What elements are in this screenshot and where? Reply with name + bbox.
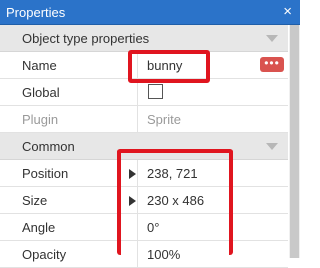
properties-titlebar: Properties × bbox=[0, 0, 300, 25]
column-divider bbox=[137, 214, 138, 240]
property-value-opacity[interactable]: 100% bbox=[147, 247, 180, 262]
property-row-name: Name bunny ••• bbox=[0, 52, 288, 79]
property-value-size[interactable]: 230 x 486 bbox=[147, 193, 204, 208]
property-row-global: Global bbox=[0, 79, 288, 106]
triangle-right-icon[interactable] bbox=[129, 196, 136, 206]
property-row-position: Position 238, 721 bbox=[0, 160, 288, 187]
column-divider bbox=[137, 187, 138, 213]
column-divider bbox=[137, 106, 138, 132]
property-label-angle: Angle bbox=[22, 220, 56, 235]
triangle-right-icon[interactable] bbox=[129, 169, 136, 179]
vertical-scrollbar[interactable] bbox=[289, 25, 300, 258]
property-value-angle[interactable]: 0° bbox=[147, 220, 159, 235]
triangle-down-icon[interactable] bbox=[266, 143, 278, 150]
property-label-name: Name bbox=[22, 58, 57, 73]
triangle-down-icon[interactable] bbox=[266, 35, 278, 42]
property-label-position: Position bbox=[22, 166, 69, 181]
property-value-position[interactable]: 238, 721 bbox=[147, 166, 198, 181]
property-label-opacity: Opacity bbox=[22, 247, 67, 262]
property-label-plugin: Plugin bbox=[22, 112, 59, 127]
properties-panel: Properties × Object type properties Name… bbox=[0, 0, 300, 268]
panel-title: Properties bbox=[6, 5, 66, 20]
section-object-type-properties[interactable]: Object type properties bbox=[0, 25, 288, 52]
property-row-opacity: Opacity 100% bbox=[0, 241, 288, 268]
column-divider bbox=[137, 52, 138, 78]
section-common[interactable]: Common bbox=[0, 133, 288, 160]
section-label: Object type properties bbox=[22, 31, 150, 46]
close-icon[interactable]: × bbox=[283, 3, 292, 21]
property-row-angle: Angle 0° bbox=[0, 214, 288, 241]
property-row-plugin: Plugin Sprite bbox=[0, 106, 288, 133]
column-divider bbox=[137, 160, 138, 186]
column-divider bbox=[137, 241, 138, 267]
section-label: Common bbox=[22, 139, 75, 154]
property-row-size: Size 230 x 486 bbox=[0, 187, 288, 214]
global-checkbox[interactable] bbox=[148, 84, 163, 99]
property-label-global: Global bbox=[22, 85, 60, 100]
scrollbar-thumb[interactable] bbox=[290, 25, 299, 258]
property-label-size: Size bbox=[22, 193, 48, 208]
property-value-name[interactable]: bunny bbox=[147, 58, 182, 73]
ellipsis-icon[interactable]: ••• bbox=[260, 57, 284, 72]
column-divider bbox=[137, 79, 138, 105]
properties-grid: Object type properties Name bunny ••• Gl… bbox=[0, 25, 288, 268]
property-value-plugin: Sprite bbox=[147, 112, 181, 127]
